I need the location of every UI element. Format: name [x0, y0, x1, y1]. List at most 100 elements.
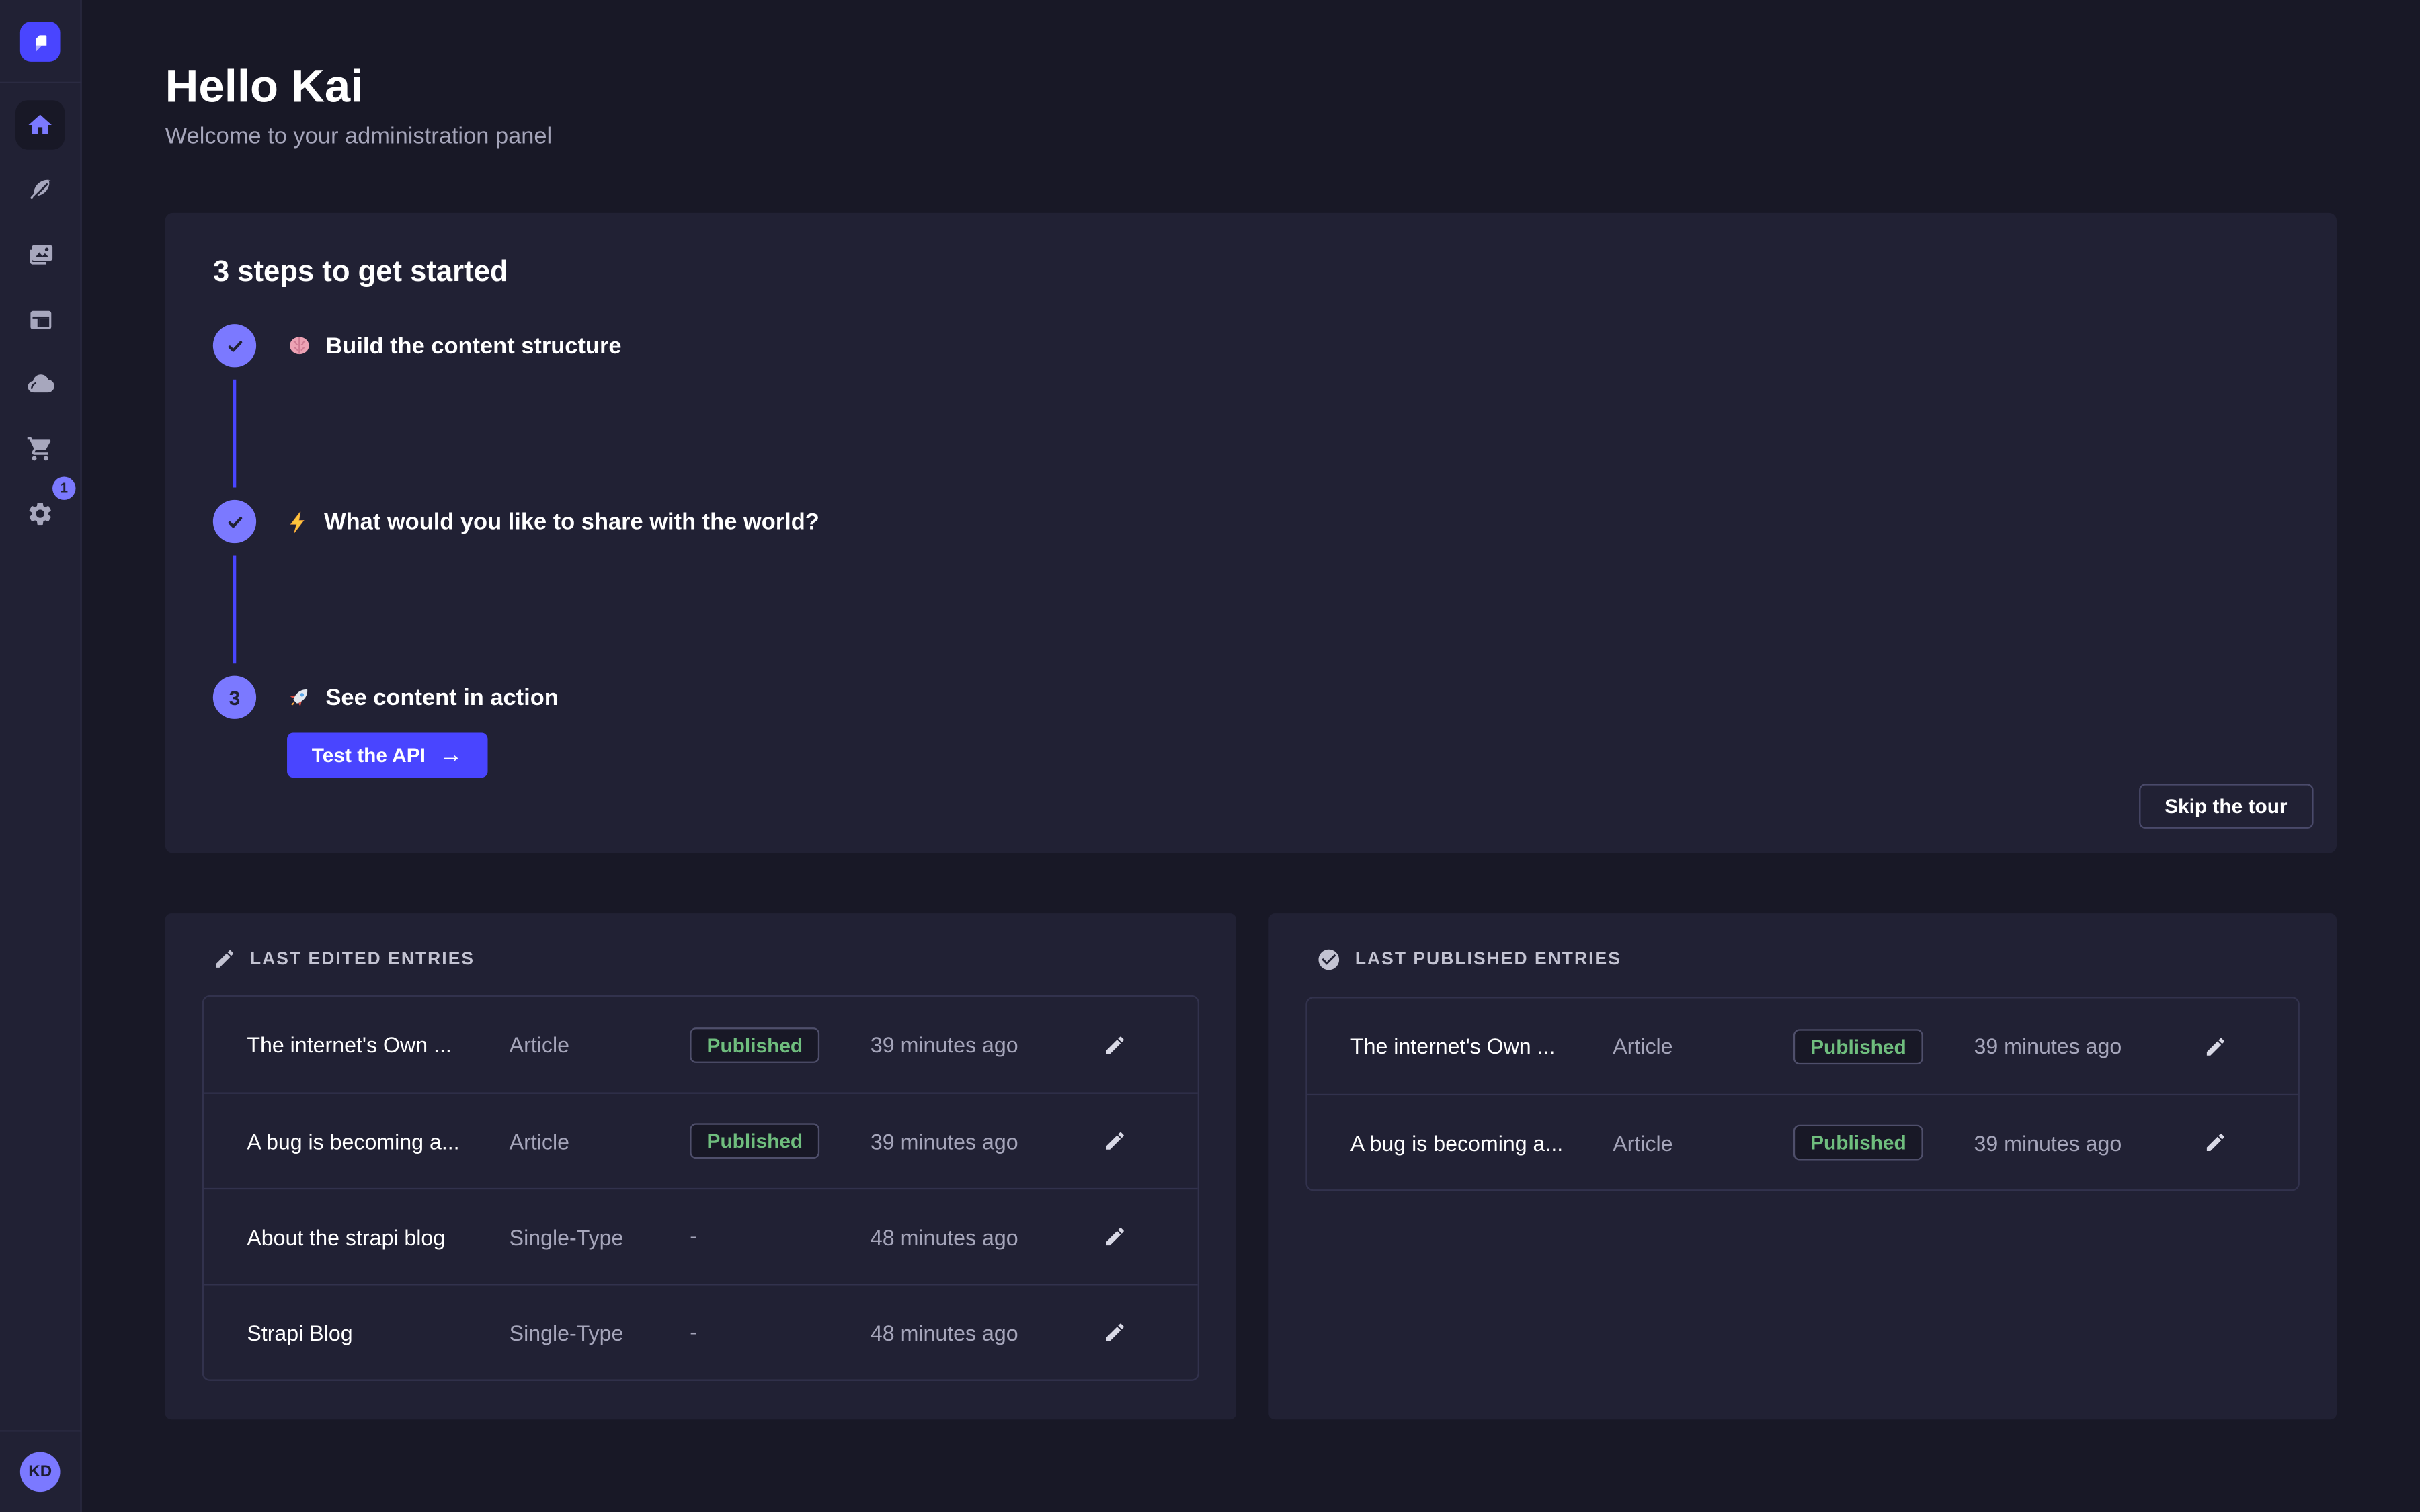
- lightning-emoji-icon: [287, 510, 310, 533]
- edit-entry-button[interactable]: [1104, 1130, 1127, 1152]
- table-row[interactable]: The internet's Own ... Article Published…: [1307, 998, 2298, 1093]
- test-api-button[interactable]: Test the API →: [287, 733, 487, 778]
- status-badge: Published: [690, 1123, 819, 1159]
- edit-entry-button[interactable]: [1104, 1320, 1127, 1343]
- entry-time: 48 minutes ago: [871, 1224, 1104, 1249]
- pencil-icon: [1104, 1225, 1127, 1248]
- step-2-text: What would you like to share with the wo…: [324, 509, 819, 535]
- sidebar-bottom-divider: [0, 1430, 81, 1431]
- step-2-done-circle: [213, 500, 256, 543]
- check-icon: [225, 511, 245, 532]
- last-published-table: The internet's Own ... Article Published…: [1305, 997, 2300, 1191]
- last-published-header: LAST PUBLISHED ENTRIES: [1316, 948, 2300, 972]
- pencil-icon: [2204, 1131, 2227, 1154]
- entry-type: Article: [510, 1032, 690, 1057]
- table-row[interactable]: About the strapi blog Single-Type - 48 m…: [204, 1188, 1198, 1284]
- entry-type: Single-Type: [510, 1320, 690, 1345]
- table-row[interactable]: A bug is becoming a... Article Published…: [204, 1093, 1198, 1188]
- strapi-logo[interactable]: [20, 22, 61, 62]
- check-circle-icon: [1316, 948, 1341, 972]
- entry-time: 39 minutes ago: [871, 1032, 1104, 1057]
- entries-panels: LAST EDITED ENTRIES The internet's Own .…: [165, 913, 2337, 1419]
- nav-content-type-builder[interactable]: [15, 295, 65, 344]
- table-row[interactable]: The internet's Own ... Article Published…: [204, 997, 1198, 1092]
- check-icon: [225, 335, 245, 355]
- entry-type: Single-Type: [510, 1224, 690, 1249]
- edit-entry-button[interactable]: [1104, 1225, 1127, 1248]
- entry-title: A bug is becoming a...: [1350, 1130, 1613, 1155]
- cloud-icon: [25, 369, 56, 400]
- tour-step-3: 3 See content in action: [213, 676, 2289, 719]
- entry-time: 39 minutes ago: [1974, 1034, 2204, 1058]
- nav-content-manager[interactable]: [15, 165, 65, 214]
- skip-tour-button[interactable]: Skip the tour: [2138, 784, 2313, 829]
- entry-type: Article: [1613, 1130, 1793, 1155]
- entry-status: Published: [690, 1027, 871, 1062]
- pencil-icon: [1104, 1320, 1127, 1343]
- page-title: Hello Kai: [165, 62, 364, 114]
- tour-step-2: What would you like to share with the wo…: [213, 500, 2289, 543]
- entry-time: 48 minutes ago: [871, 1320, 1104, 1345]
- strapi-logo-icon: [25, 26, 56, 57]
- feather-icon: [26, 175, 55, 205]
- step-2-label: What would you like to share with the wo…: [287, 509, 819, 535]
- entry-title: About the strapi blog: [247, 1224, 509, 1249]
- cart-icon: [26, 435, 54, 462]
- edit-entry-button[interactable]: [2204, 1131, 2227, 1154]
- entry-title: Strapi Blog: [247, 1320, 509, 1345]
- edit-entry-button[interactable]: [2204, 1034, 2227, 1057]
- guided-tour-card: 3 steps to get started Build the content…: [165, 213, 2337, 853]
- nav-media-library[interactable]: [15, 230, 65, 279]
- last-edited-panel: LAST EDITED ENTRIES The internet's Own .…: [165, 913, 1236, 1419]
- entry-status: -: [690, 1318, 871, 1346]
- last-published-title: LAST PUBLISHED ENTRIES: [1355, 950, 1621, 969]
- content-type-builder-icon: [26, 304, 55, 334]
- nav-home[interactable]: [15, 100, 65, 149]
- step-connector-2: [233, 556, 237, 664]
- media-library-icon: [26, 240, 55, 269]
- tour-step-1: Build the content structure: [213, 324, 2289, 367]
- entry-status: Published: [1793, 1028, 1974, 1064]
- page-subtitle: Welcome to your administration panel: [165, 124, 553, 150]
- pencil-icon: [1104, 1130, 1127, 1152]
- nav-marketplace[interactable]: [15, 424, 65, 473]
- table-row[interactable]: A bug is becoming a... Article Published…: [1307, 1094, 2298, 1189]
- step-connector-1: [233, 380, 237, 488]
- home-icon: [26, 111, 54, 138]
- step-3-label: See content in action: [287, 684, 559, 710]
- brain-emoji-icon: [287, 333, 312, 358]
- pencil-icon: [213, 948, 236, 970]
- status-badge: Published: [1793, 1125, 1923, 1161]
- nav-settings[interactable]: 1: [15, 489, 65, 538]
- user-avatar[interactable]: KD: [20, 1452, 61, 1492]
- step-3-text: See content in action: [325, 684, 558, 710]
- entry-type: Article: [1613, 1034, 1793, 1058]
- last-edited-title: LAST EDITED ENTRIES: [250, 950, 475, 968]
- entry-status: Published: [690, 1123, 871, 1159]
- tour-title: 3 steps to get started: [213, 256, 2289, 290]
- sidebar-divider: [0, 82, 81, 83]
- status-dash: -: [690, 1318, 697, 1343]
- sidebar: 1 KD: [0, 0, 82, 1512]
- pencil-icon: [1104, 1033, 1127, 1056]
- rocket-emoji-icon: [287, 685, 312, 710]
- step-1-text: Build the content structure: [325, 333, 621, 359]
- step-1-done-circle: [213, 324, 256, 367]
- status-dash: -: [690, 1223, 697, 1248]
- main-content: Hello Kai Welcome to your administration…: [82, 0, 2420, 1512]
- step-3-number-circle: 3: [213, 676, 256, 719]
- entry-title: The internet's Own ...: [1350, 1034, 1613, 1058]
- step-1-label: Build the content structure: [287, 333, 621, 359]
- last-edited-table: The internet's Own ... Article Published…: [202, 995, 1199, 1381]
- table-row[interactable]: Strapi Blog Single-Type - 48 minutes ago: [204, 1284, 1198, 1379]
- edit-entry-button[interactable]: [1104, 1033, 1127, 1056]
- settings-notification-badge: 1: [52, 476, 75, 499]
- status-badge: Published: [1793, 1028, 1923, 1064]
- gear-icon: [26, 500, 54, 528]
- last-published-panel: LAST PUBLISHED ENTRIES The internet's Ow…: [1268, 913, 2337, 1419]
- nav-cloud[interactable]: [15, 360, 65, 409]
- step-3-number: 3: [229, 686, 241, 709]
- entry-title: A bug is becoming a...: [247, 1128, 509, 1153]
- entry-status: -: [690, 1223, 871, 1251]
- pencil-icon: [2204, 1034, 2227, 1057]
